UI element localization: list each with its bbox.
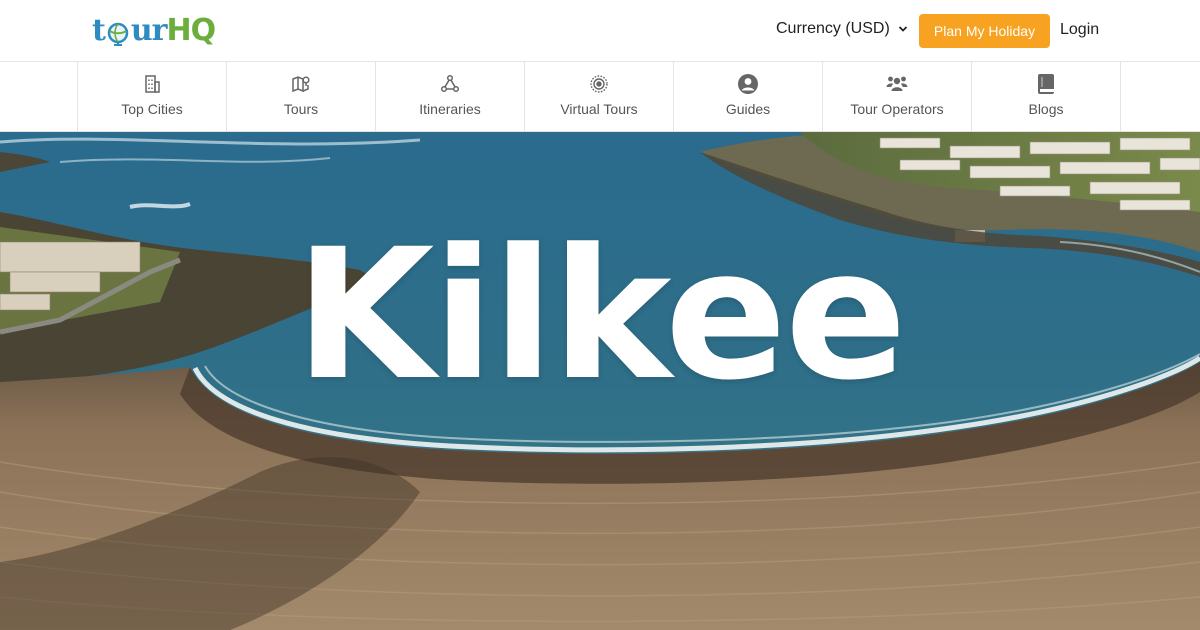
nav-item-guides[interactable]: Guides <box>674 62 823 132</box>
nav-label: Virtual Tours <box>560 101 638 117</box>
user-circle-icon <box>737 73 759 95</box>
nav-item-blogs[interactable]: Blogs <box>972 62 1121 132</box>
nav-label: Blogs <box>1028 101 1064 117</box>
hero-banner: Kilkee <box>0 132 1200 630</box>
login-link[interactable]: Login <box>1060 21 1099 39</box>
chevron-down-icon <box>898 26 907 32</box>
nav-label: Tours <box>283 101 319 117</box>
nav-item-tours[interactable]: Tours <box>227 62 376 132</box>
nav-item-virtual-tours[interactable]: Virtual Tours <box>525 62 674 132</box>
tourhq-logo[interactable]: t ur HQ <box>92 10 216 50</box>
nav-label: Itineraries <box>419 101 481 117</box>
site-header: t ur HQ Currency (USD) Plan My Holiday L… <box>0 0 1200 62</box>
logo-text-t: t <box>92 12 106 48</box>
nav-label: Top Cities <box>121 101 183 117</box>
map-pin-icon <box>290 73 312 95</box>
currency-selector[interactable]: Currency (USD) <box>776 20 908 38</box>
book-icon <box>1035 73 1057 95</box>
nav-item-tour-operators[interactable]: Tour Operators <box>823 62 972 132</box>
nav-label: Tour Operators <box>850 101 944 117</box>
nav-item-itineraries[interactable]: Itineraries <box>376 62 525 132</box>
logo-text-ur: ur <box>130 12 168 48</box>
route-icon <box>439 73 461 95</box>
nav-label: Guides <box>725 101 771 117</box>
users-icon <box>886 73 908 95</box>
virtual-tour-icon <box>588 73 610 95</box>
nav-item-top-cities[interactable]: Top Cities <box>78 62 227 132</box>
building-icon <box>141 73 163 95</box>
currency-label: Currency (USD) <box>776 20 890 37</box>
plan-my-holiday-button[interactable]: Plan My Holiday <box>919 14 1050 48</box>
logo-text-hq: HQ <box>166 12 216 48</box>
main-nav: Top Cities Tours Itineraries Virtual Tou… <box>0 62 1200 132</box>
destination-title: Kilkee <box>295 211 907 420</box>
globe-icon <box>106 19 130 46</box>
